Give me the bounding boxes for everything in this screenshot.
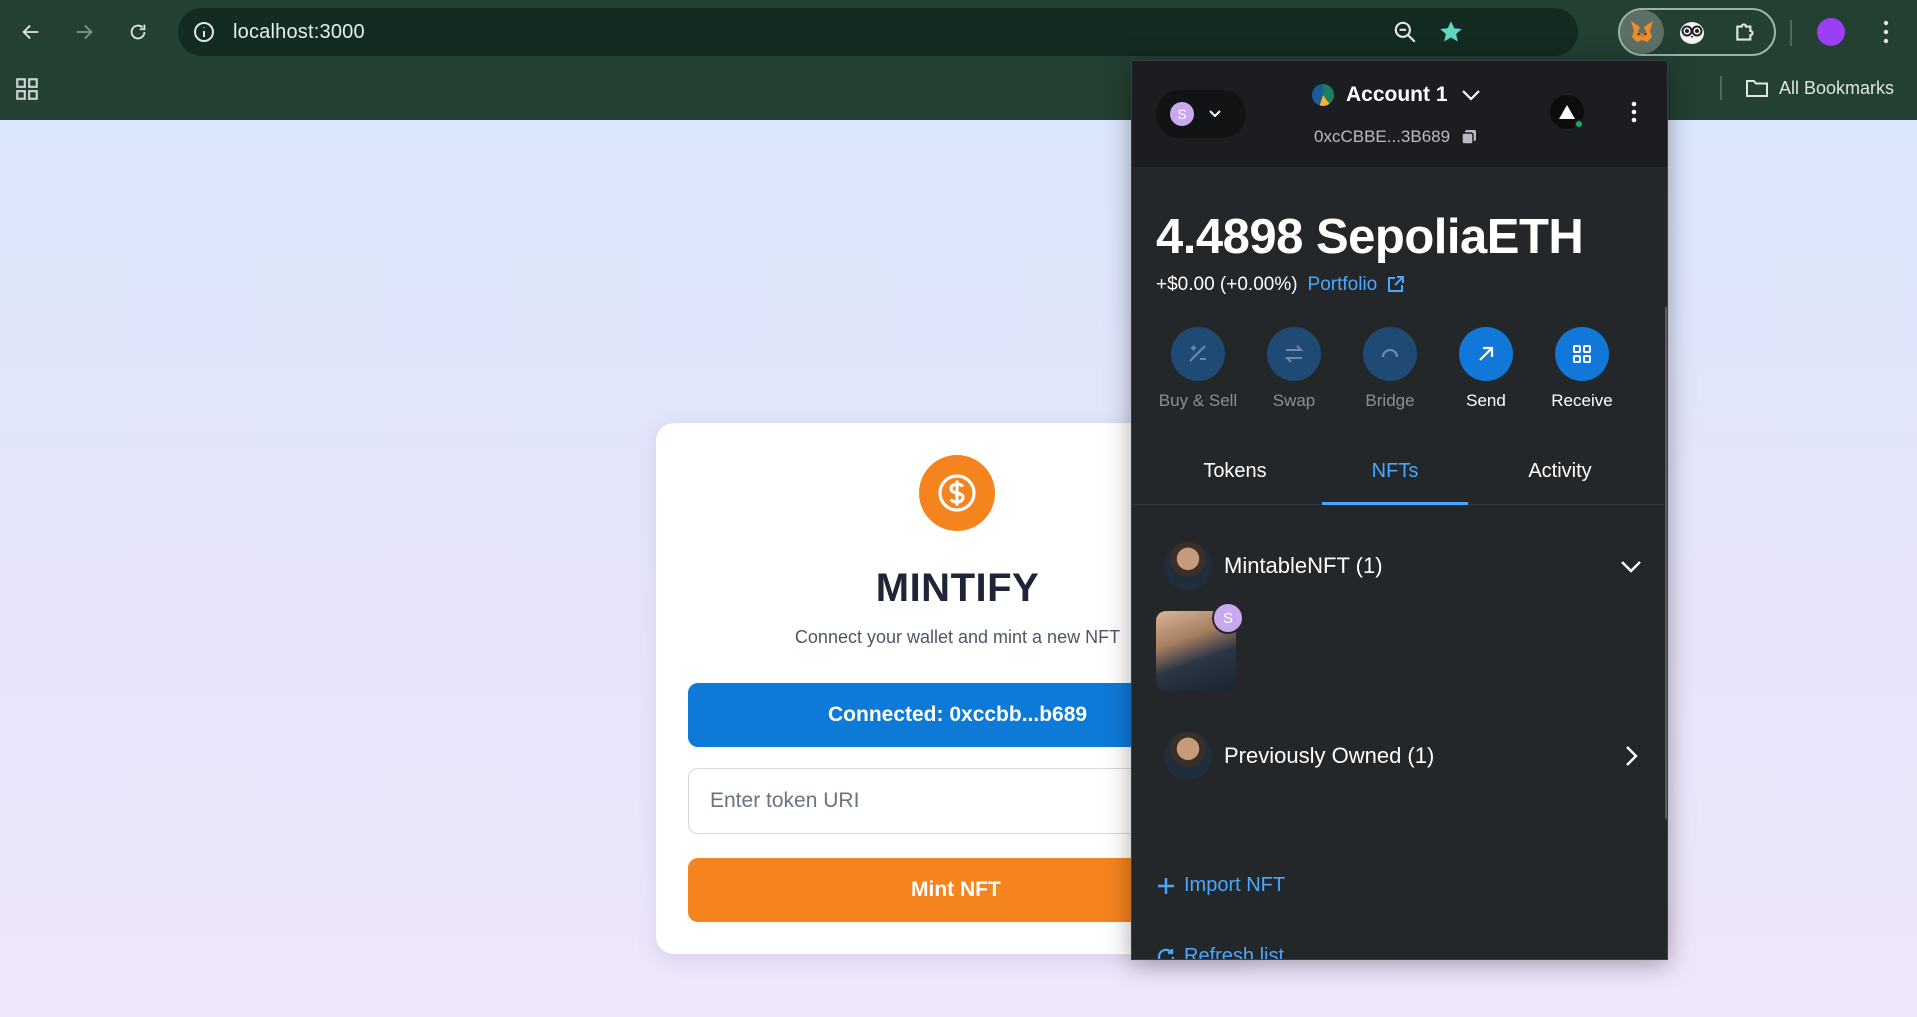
tab-activity[interactable]: Activity	[1484, 457, 1636, 505]
account-name: Account 1	[1346, 83, 1448, 106]
address-bar[interactable]: localhost:3000	[178, 8, 1578, 56]
previously-owned-avatar	[1164, 732, 1212, 780]
bridge-icon	[1381, 348, 1399, 358]
account-picker[interactable]: Account 1	[1312, 83, 1482, 107]
dollar-coin-icon	[938, 474, 976, 512]
collection-name: MintableNFT (1)	[1224, 553, 1383, 578]
account-address-row[interactable]: 0xcCBBE...3B689	[1314, 127, 1478, 147]
bookmark-star-icon[interactable]	[1437, 18, 1465, 46]
network-avatar: S	[1170, 102, 1194, 126]
network-picker[interactable]: S	[1156, 90, 1246, 138]
swap-label: Swap	[1272, 391, 1316, 410]
bridge-circle	[1363, 327, 1417, 381]
chevron-right-icon	[1626, 746, 1638, 766]
send-arrow-icon	[1479, 346, 1494, 361]
nft-network-badge: S	[1212, 602, 1244, 634]
tab-tokens[interactable]: Tokens	[1168, 457, 1302, 505]
wallet-scrollbar[interactable]	[1665, 307, 1667, 819]
balance-change: +$0.00 (+0.00%)	[1156, 274, 1298, 295]
send-label: Send	[1466, 391, 1506, 410]
all-bookmarks-button[interactable]: All Bookmarks	[1745, 74, 1894, 102]
copy-icon[interactable]	[1460, 128, 1478, 146]
wallet-balance: 4.4898 SepoliaETH	[1156, 210, 1584, 264]
previously-owned-row[interactable]: Previously Owned (1)	[1164, 731, 1644, 781]
portfolio-link[interactable]: Portfolio	[1308, 274, 1406, 296]
qr-code-icon	[1573, 345, 1591, 363]
receive-label: Receive	[1551, 391, 1613, 410]
refresh-list-label: Refresh list	[1184, 945, 1285, 960]
tab-nfts[interactable]: NFTs	[1322, 457, 1468, 505]
wallet-header: S Account 1 0xcCBBE...3B689	[1132, 61, 1667, 167]
swap-circle	[1267, 327, 1321, 381]
plus-icon	[1158, 877, 1174, 894]
site-triangle-icon	[1559, 105, 1575, 119]
browser-menu-icon[interactable]	[1874, 18, 1898, 46]
swap-button[interactable]: Swap	[1254, 327, 1334, 411]
forward-arrow-icon	[76, 24, 93, 40]
reload-icon	[130, 24, 146, 40]
zoom-out-icon[interactable]	[1392, 19, 1418, 45]
folder-icon	[1746, 80, 1768, 97]
account-address: 0xcCBBE...3B689	[1314, 127, 1451, 146]
swap-icon	[1284, 345, 1304, 363]
url-text: localhost:3000	[233, 21, 365, 43]
owl-icon	[1680, 22, 1704, 44]
bookmarks-divider	[1720, 76, 1722, 100]
external-link-icon	[1388, 276, 1405, 292]
wallet-menu-icon[interactable]	[1622, 95, 1646, 129]
puzzle-piece-icon	[1736, 23, 1754, 41]
buy-sell-circle	[1171, 327, 1225, 381]
receive-button[interactable]: Receive	[1542, 327, 1622, 411]
back-arrow-icon	[22, 24, 39, 40]
back-button[interactable]	[13, 14, 49, 50]
toolbar: localhost:3000	[0, 0, 1917, 64]
connection-status-dot	[1574, 119, 1584, 129]
balance-change-row: +$0.00 (+0.00%) Portfolio	[1156, 274, 1405, 296]
metamask-popup: S Account 1 0xcCBBE...3B689 4.4898 Sepol…	[1131, 60, 1668, 960]
owl-extension-button[interactable]	[1670, 10, 1714, 54]
buy-sell-label: Buy & Sell	[1158, 391, 1238, 410]
metamask-fox-icon	[1631, 21, 1653, 42]
collection-avatar	[1164, 542, 1212, 590]
chevron-down-icon	[1621, 561, 1641, 573]
metamask-extension-button[interactable]	[1620, 10, 1664, 54]
send-circle	[1459, 327, 1513, 381]
bridge-button[interactable]: Bridge	[1350, 327, 1430, 411]
forward-button[interactable]	[66, 14, 102, 50]
toolbar-divider	[1790, 20, 1792, 46]
site-info-icon[interactable]	[192, 20, 216, 44]
buy-sell-button[interactable]: Buy & Sell	[1158, 327, 1238, 411]
wallet-tabs: Tokens NFTs Activity	[1132, 457, 1667, 505]
import-nft-label: Import NFT	[1184, 874, 1286, 896]
coin-logo	[919, 455, 995, 531]
chevron-down-icon	[1209, 110, 1221, 118]
reload-button[interactable]	[120, 14, 156, 50]
extensions-button[interactable]	[1726, 12, 1766, 52]
portfolio-label: Portfolio	[1307, 274, 1378, 295]
import-nft-button[interactable]: Import NFT	[1156, 874, 1285, 897]
receive-circle	[1555, 327, 1609, 381]
send-button[interactable]: Send	[1446, 327, 1526, 411]
refresh-list-button[interactable]: Refresh list	[1156, 945, 1285, 960]
all-bookmarks-label: All Bookmarks	[1779, 77, 1895, 98]
bridge-label: Bridge	[1365, 391, 1415, 410]
profile-avatar[interactable]	[1817, 18, 1845, 46]
wallet-actions: Buy & Sell Swap Bridge Send Receive	[1158, 327, 1648, 417]
refresh-icon	[1157, 948, 1175, 959]
nft-collection-row[interactable]: MintableNFT (1)	[1164, 541, 1644, 591]
buy-sell-icon	[1189, 345, 1206, 362]
apps-grid-icon[interactable]	[14, 76, 40, 102]
chevron-down-icon	[1461, 90, 1480, 101]
account-avatar	[1312, 84, 1334, 106]
previously-owned-label: Previously Owned (1)	[1224, 743, 1435, 768]
